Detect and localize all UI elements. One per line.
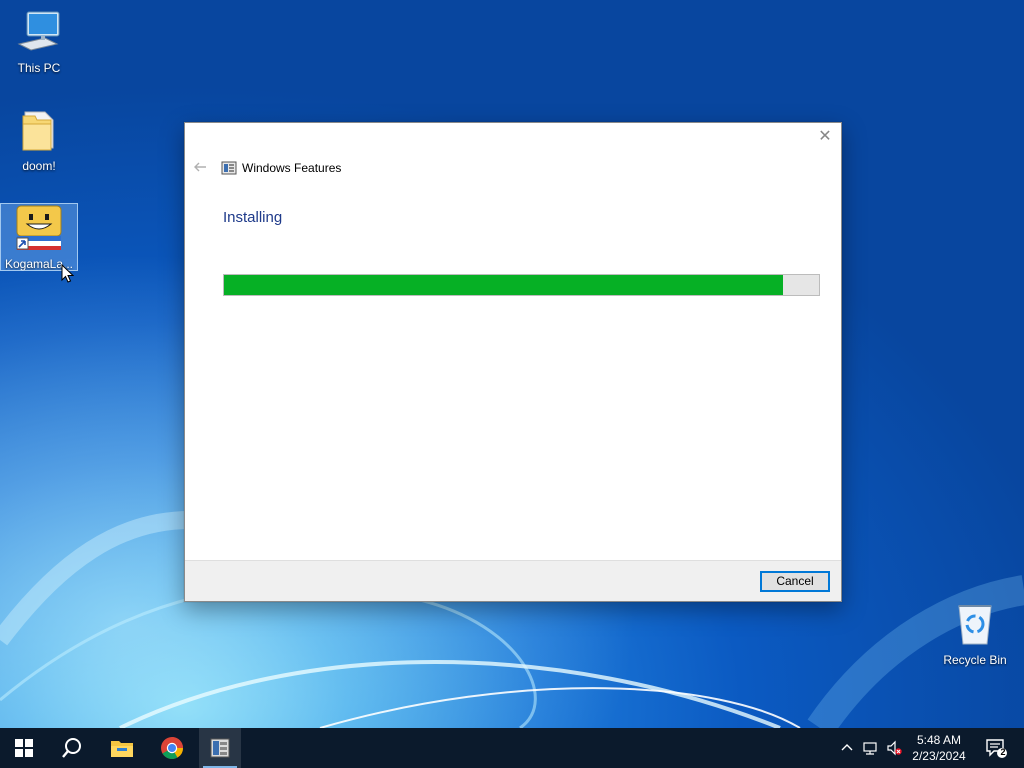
desktop-icon-recycle-bin[interactable]: Recycle Bin [937, 600, 1013, 667]
mouse-cursor-icon [61, 264, 74, 283]
chrome-icon [161, 737, 183, 759]
start-icon [15, 739, 33, 757]
windows-features-icon [221, 161, 237, 175]
close-icon: ✕ [818, 128, 832, 145]
notification-count-badge: 2 [1000, 747, 1006, 757]
clock-time: 5:48 AM [916, 733, 962, 747]
windows-features-app-icon [210, 738, 230, 758]
desktop-icon-this-pc[interactable]: This PC [1, 8, 77, 75]
back-arrow-icon[interactable] [193, 160, 207, 174]
taskbar: 5:48 AM 2/23/2024 2 [0, 728, 1024, 768]
cancel-button[interactable]: Cancel [760, 571, 830, 592]
progress-fill [224, 275, 784, 295]
desktop-icon-kogama-launcher[interactable]: KogamaLa... [0, 203, 78, 271]
action-center-button[interactable]: 2 [976, 728, 1016, 768]
search-icon [62, 738, 81, 758]
computer-icon [17, 11, 60, 51]
start-button[interactable] [0, 728, 48, 768]
kogama-app-icon [16, 205, 62, 250]
status-heading: Installing [223, 209, 283, 226]
recycle-bin-icon [958, 605, 992, 645]
show-hidden-icons-chevron-up-icon[interactable] [839, 740, 855, 756]
close-button[interactable]: ✕ [817, 129, 833, 145]
windows-features-dialog: ✕ Windows Features Installing Cancel [184, 122, 842, 602]
network-icon[interactable] [862, 740, 878, 756]
clock[interactable]: 5:48 AM 2/23/2024 [906, 732, 972, 764]
search-button[interactable] [48, 728, 96, 768]
taskbar-windows-features[interactable] [199, 728, 241, 768]
install-progress-bar [223, 274, 820, 296]
volume-muted-icon[interactable] [886, 740, 902, 756]
folder-icon [22, 111, 54, 151]
taskbar-file-explorer[interactable] [98, 728, 146, 768]
desktop-icon-doom-folder[interactable]: doom! [1, 106, 77, 173]
dialog-title: Windows Features [242, 161, 342, 175]
taskbar-chrome[interactable] [148, 728, 196, 768]
dialog-footer: Cancel [185, 560, 841, 601]
file-explorer-icon [111, 741, 133, 757]
clock-date: 2/23/2024 [912, 749, 966, 763]
